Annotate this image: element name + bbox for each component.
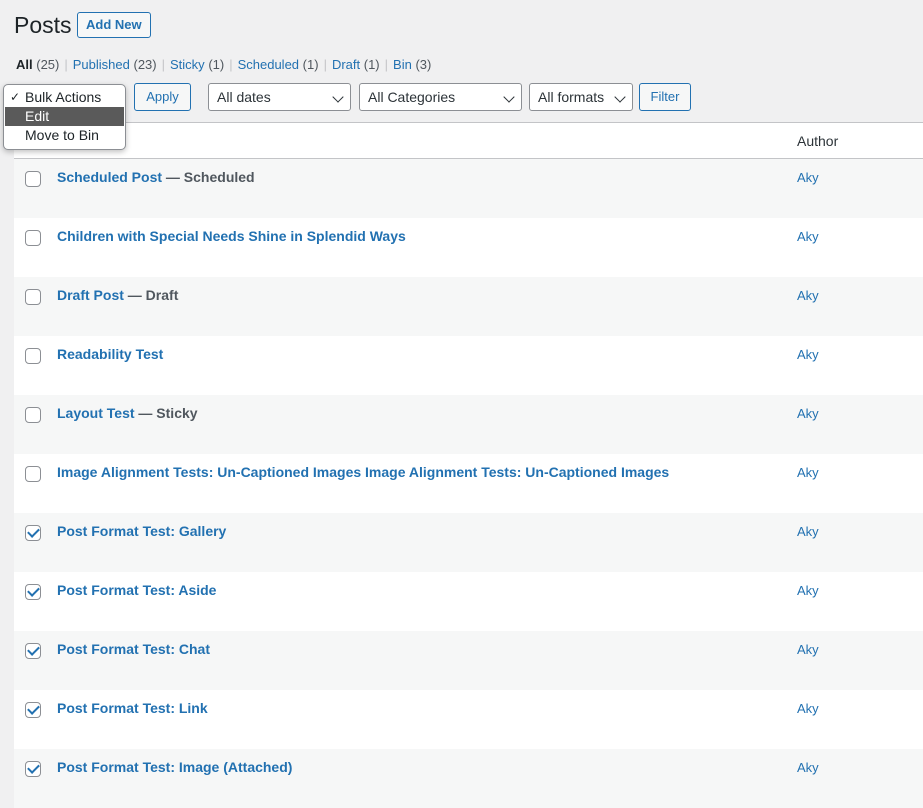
author-link[interactable]: Aky (797, 347, 819, 362)
post-title-cell: Image Alignment Tests: Un-Captioned Imag… (57, 464, 669, 480)
chevron-down-icon (332, 91, 344, 103)
separator: | (161, 57, 166, 72)
separator: | (64, 57, 68, 72)
author-link[interactable]: Aky (797, 760, 819, 775)
post-title-link[interactable]: Image Alignment Tests: Un-Captioned Imag… (57, 464, 669, 480)
bulk-option-bulk-actions[interactable]: ✓ Bulk Actions (4, 88, 125, 107)
post-status-views: All (25) | Published (23) | Sticky (1) | Sched… (16, 57, 431, 72)
date-filter-select[interactable]: All dates (208, 83, 351, 111)
table-row: Children with Special Needs Shine in Spl… (14, 218, 923, 277)
author-link[interactable]: Aky (797, 229, 819, 244)
view-draft[interactable]: Draft (1) (332, 57, 380, 72)
separator: | (384, 57, 389, 72)
author-link[interactable]: Aky (797, 524, 819, 539)
row-checkbox[interactable] (25, 230, 41, 246)
separator: | (229, 57, 233, 72)
format-filter-select[interactable]: All formats (529, 83, 633, 111)
post-state: — Draft (123, 287, 179, 303)
checkmark-icon: ✓ (10, 90, 21, 104)
table-row: Draft Post — Draft Aky (14, 277, 923, 336)
page-title: Posts (14, 12, 72, 38)
post-title-cell: Post Format Test: Gallery (57, 523, 226, 539)
table-row: Post Format Test: Gallery Aky (14, 513, 923, 572)
row-checkbox[interactable] (25, 466, 41, 482)
bulk-option-edit[interactable]: Edit (5, 107, 124, 126)
view-all[interactable]: All (25) (16, 57, 59, 72)
table-row: Post Format Test: Aside Aky (14, 572, 923, 631)
post-state: — Scheduled (162, 169, 255, 185)
row-checkbox[interactable] (25, 584, 41, 600)
post-title-link[interactable]: Readability Test (57, 346, 163, 362)
apply-button[interactable]: Apply (134, 83, 191, 111)
post-title-cell: Scheduled Post — Scheduled (57, 169, 255, 185)
post-title-link[interactable]: Children with Special Needs Shine in Spl… (57, 228, 406, 244)
post-title-link[interactable]: Layout Test (57, 405, 135, 421)
table-row: Image Alignment Tests: Un-Captioned Imag… (14, 454, 923, 513)
table-row: Post Format Test: Chat Aky (14, 631, 923, 690)
table-row: Readability Test Aky (14, 336, 923, 395)
post-title-link[interactable]: Scheduled Post (57, 169, 162, 185)
post-title-cell: Post Format Test: Image (Attached) (57, 759, 292, 775)
row-checkbox[interactable] (25, 171, 41, 187)
row-checkbox[interactable] (25, 348, 41, 364)
post-title-cell: Post Format Test: Link (57, 700, 208, 716)
category-filter-select[interactable]: All Categories (359, 83, 522, 111)
view-sticky[interactable]: Sticky (1) (170, 57, 224, 72)
add-new-button[interactable]: Add New (77, 12, 151, 38)
table-header: Author (14, 123, 923, 159)
view-scheduled[interactable]: Scheduled (1) (238, 57, 319, 72)
post-title-cell: Children with Special Needs Shine in Spl… (57, 228, 406, 244)
author-link[interactable]: Aky (797, 288, 819, 303)
column-header-author[interactable]: Author (797, 133, 838, 149)
post-title-cell: Post Format Test: Aside (57, 582, 216, 598)
row-checkbox[interactable] (25, 289, 41, 305)
chevron-down-icon (503, 91, 515, 103)
row-checkbox[interactable] (25, 407, 41, 423)
post-title-link[interactable]: Post Format Test: Aside (57, 582, 216, 598)
chevron-down-icon (614, 91, 626, 103)
author-link[interactable]: Aky (797, 642, 819, 657)
post-state: — Sticky (134, 405, 198, 421)
post-title-link[interactable]: Post Format Test: Chat (57, 641, 210, 657)
post-title-cell: Post Format Test: Chat (57, 641, 210, 657)
posts-table: Author Scheduled Post — Scheduled Aky Chil… (14, 122, 923, 808)
post-title-link[interactable]: Post Format Test: Gallery (57, 523, 226, 539)
bulk-actions-dropdown[interactable]: ✓ Bulk Actions Edit Move to Bin (3, 84, 126, 150)
separator: | (323, 57, 327, 72)
post-title-link[interactable]: Post Format Test: Image (Attached) (57, 759, 292, 775)
post-title-link[interactable]: Post Format Test: Link (57, 700, 208, 716)
author-link[interactable]: Aky (797, 406, 819, 421)
view-published[interactable]: Published (23) (73, 57, 157, 72)
table-row: Scheduled Post — Scheduled Aky (14, 159, 923, 218)
row-checkbox[interactable] (25, 702, 41, 718)
author-link[interactable]: Aky (797, 465, 819, 480)
table-row: Post Format Test: Image (Attached) Aky (14, 749, 923, 808)
table-body: Scheduled Post — Scheduled Aky Children wi… (14, 159, 923, 808)
author-link[interactable]: Aky (797, 701, 819, 716)
post-title-cell: Layout Test — Sticky (57, 405, 198, 421)
post-title-link[interactable]: Draft Post (57, 287, 124, 303)
post-title-cell: Draft Post — Draft (57, 287, 178, 303)
filter-button[interactable]: Filter (639, 83, 691, 111)
author-link[interactable]: Aky (797, 583, 819, 598)
view-bin[interactable]: Bin (3) (393, 57, 431, 72)
post-title-cell: Readability Test (57, 346, 163, 362)
table-row: Post Format Test: Link Aky (14, 690, 923, 749)
bulk-option-move-to-bin[interactable]: Move to Bin (4, 126, 125, 145)
row-checkbox[interactable] (25, 525, 41, 541)
row-checkbox[interactable] (25, 643, 41, 659)
row-checkbox[interactable] (25, 761, 41, 777)
author-link[interactable]: Aky (797, 170, 819, 185)
table-row: Layout Test — Sticky Aky (14, 395, 923, 454)
